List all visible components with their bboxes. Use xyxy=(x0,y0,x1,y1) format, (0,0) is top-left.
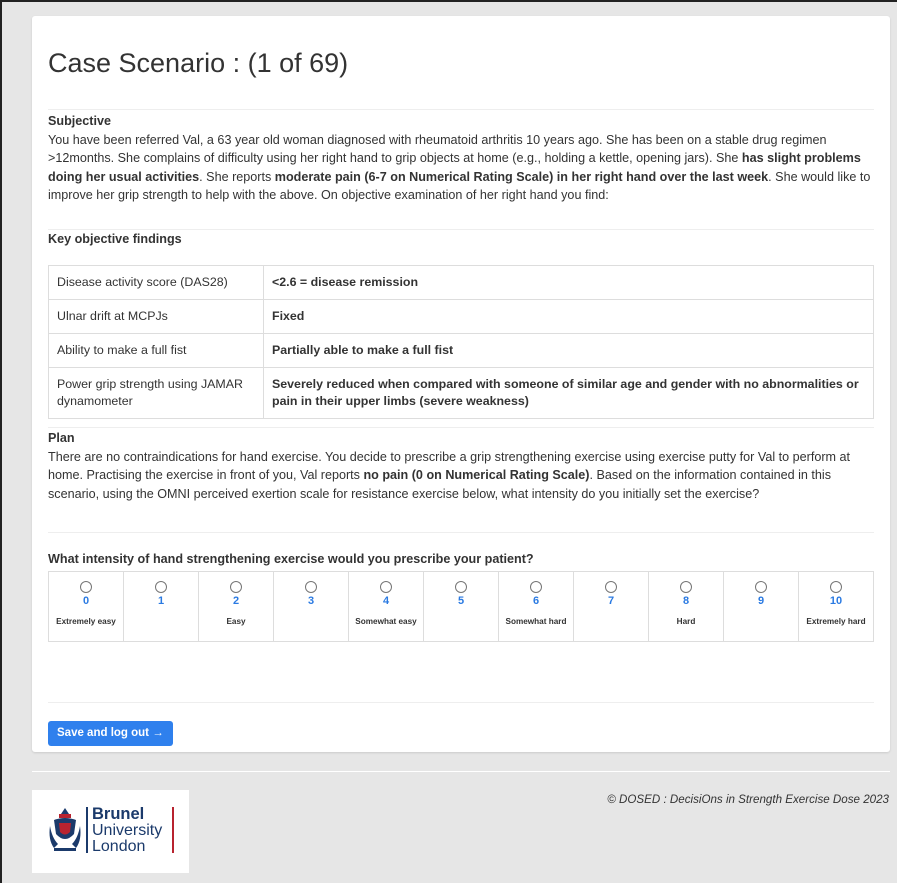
scale-number: 0 xyxy=(82,595,90,607)
scale-label: Hard xyxy=(676,617,696,626)
scale-option-1[interactable]: 1 xyxy=(124,572,199,641)
findings-heading: Key objective findings xyxy=(48,232,182,246)
plan-text: There are no contraindications for hand … xyxy=(48,448,874,504)
finding-key: Ability to make a full fist xyxy=(48,333,264,368)
divider xyxy=(48,427,874,428)
scale-option-6[interactable]: 6 Somewhat hard xyxy=(499,572,574,641)
scale-number: 2 xyxy=(232,595,240,607)
radio-button[interactable] xyxy=(830,581,842,593)
brunel-logo: Brunel University London xyxy=(32,790,189,873)
logo-text-university: University xyxy=(92,822,163,839)
finding-key: Ulnar drift at MCPJs xyxy=(48,299,264,334)
finding-value: Severely reduced when compared with some… xyxy=(263,367,874,419)
scale-number: 4 xyxy=(382,595,390,607)
logo-text-london: London xyxy=(92,838,146,855)
table-row: Power grip strength using JAMAR dynamome… xyxy=(48,367,874,419)
footer-divider xyxy=(32,771,890,772)
radio-button[interactable] xyxy=(305,581,317,593)
scale-number: 10 xyxy=(829,595,843,607)
save-and-logout-button[interactable]: Save and log out → xyxy=(48,721,173,746)
divider xyxy=(48,109,874,110)
scale-label: Extremely easy xyxy=(56,617,116,626)
scale-label: Easy xyxy=(226,617,246,626)
scale-option-8[interactable]: 8 Hard xyxy=(649,572,724,641)
table-row: Ulnar drift at MCPJs Fixed xyxy=(48,299,874,334)
case-card: Case Scenario : (1 of 69) Subjective You… xyxy=(32,16,890,752)
scale-number: 6 xyxy=(532,595,540,607)
table-row: Disease activity score (DAS28) <2.6 = di… xyxy=(48,265,874,300)
radio-button[interactable] xyxy=(755,581,767,593)
intensity-scale: 0 Extremely easy 1 2 Easy 3 4 Somewhat e… xyxy=(48,571,874,642)
scale-label: Somewhat easy xyxy=(355,617,417,626)
divider xyxy=(48,532,874,533)
scale-number: 7 xyxy=(607,595,615,607)
plan-section: Plan There are no contraindications for … xyxy=(48,429,874,503)
copyright-text: © DOSED : DecisiOns in Strength Exercise… xyxy=(607,793,889,806)
page-title: Case Scenario : (1 of 69) xyxy=(48,48,349,78)
subjective-text-part: . She reports xyxy=(199,169,275,184)
radio-button[interactable] xyxy=(80,581,92,593)
scale-option-0[interactable]: 0 Extremely easy xyxy=(49,572,124,641)
scale-option-5[interactable]: 5 xyxy=(424,572,499,641)
subjective-section: Subjective You have been referred Val, a… xyxy=(48,112,874,205)
scale-number: 9 xyxy=(757,595,765,607)
plan-heading: Plan xyxy=(48,431,75,445)
scale-number: 5 xyxy=(457,595,465,607)
radio-button[interactable] xyxy=(530,581,542,593)
table-row: Ability to make a full fist Partially ab… xyxy=(48,333,874,368)
finding-key: Disease activity score (DAS28) xyxy=(48,265,264,300)
scale-option-7[interactable]: 7 xyxy=(574,572,649,641)
logo-divider xyxy=(86,807,88,853)
finding-value: Partially able to make a full fist xyxy=(263,333,874,368)
scale-label: Somewhat hard xyxy=(505,617,567,626)
subjective-text-part: You have been referred Val, a 63 year ol… xyxy=(48,132,827,166)
radio-button[interactable] xyxy=(230,581,242,593)
subjective-bold-pain: moderate pain (6-7 on Numerical Rating S… xyxy=(274,169,769,184)
logo-text-brunel: Brunel xyxy=(92,805,145,823)
findings-heading-wrap: Key objective findings xyxy=(48,230,874,249)
divider xyxy=(48,702,874,703)
finding-value: <2.6 = disease remission xyxy=(263,265,874,300)
logo-accent-bar xyxy=(172,807,174,853)
scale-option-10[interactable]: 10 Extremely hard xyxy=(799,572,873,641)
scale-number: 8 xyxy=(682,595,690,607)
scale-number: 3 xyxy=(307,595,315,607)
radio-button[interactable] xyxy=(455,581,467,593)
finding-value: Fixed xyxy=(263,299,874,334)
scale-number: 1 xyxy=(157,595,165,607)
question-label: What intensity of hand strengthening exe… xyxy=(48,552,534,566)
plan-bold-no-pain: no pain (0 on Numerical Rating Scale) xyxy=(363,468,590,482)
crest-icon xyxy=(49,808,81,851)
radio-button[interactable] xyxy=(380,581,392,593)
scale-option-9[interactable]: 9 xyxy=(724,572,799,641)
finding-key: Power grip strength using JAMAR dynamome… xyxy=(48,367,264,419)
subjective-heading: Subjective xyxy=(48,114,111,128)
radio-button[interactable] xyxy=(680,581,692,593)
scale-option-3[interactable]: 3 xyxy=(274,572,349,641)
scale-option-4[interactable]: 4 Somewhat easy xyxy=(349,572,424,641)
findings-table: Disease activity score (DAS28) <2.6 = di… xyxy=(48,265,874,419)
radio-button[interactable] xyxy=(605,581,617,593)
scale-label: Extremely hard xyxy=(806,617,866,626)
radio-button[interactable] xyxy=(155,581,167,593)
scale-option-2[interactable]: 2 Easy xyxy=(199,572,274,641)
subjective-text: You have been referred Val, a 63 year ol… xyxy=(48,131,874,205)
